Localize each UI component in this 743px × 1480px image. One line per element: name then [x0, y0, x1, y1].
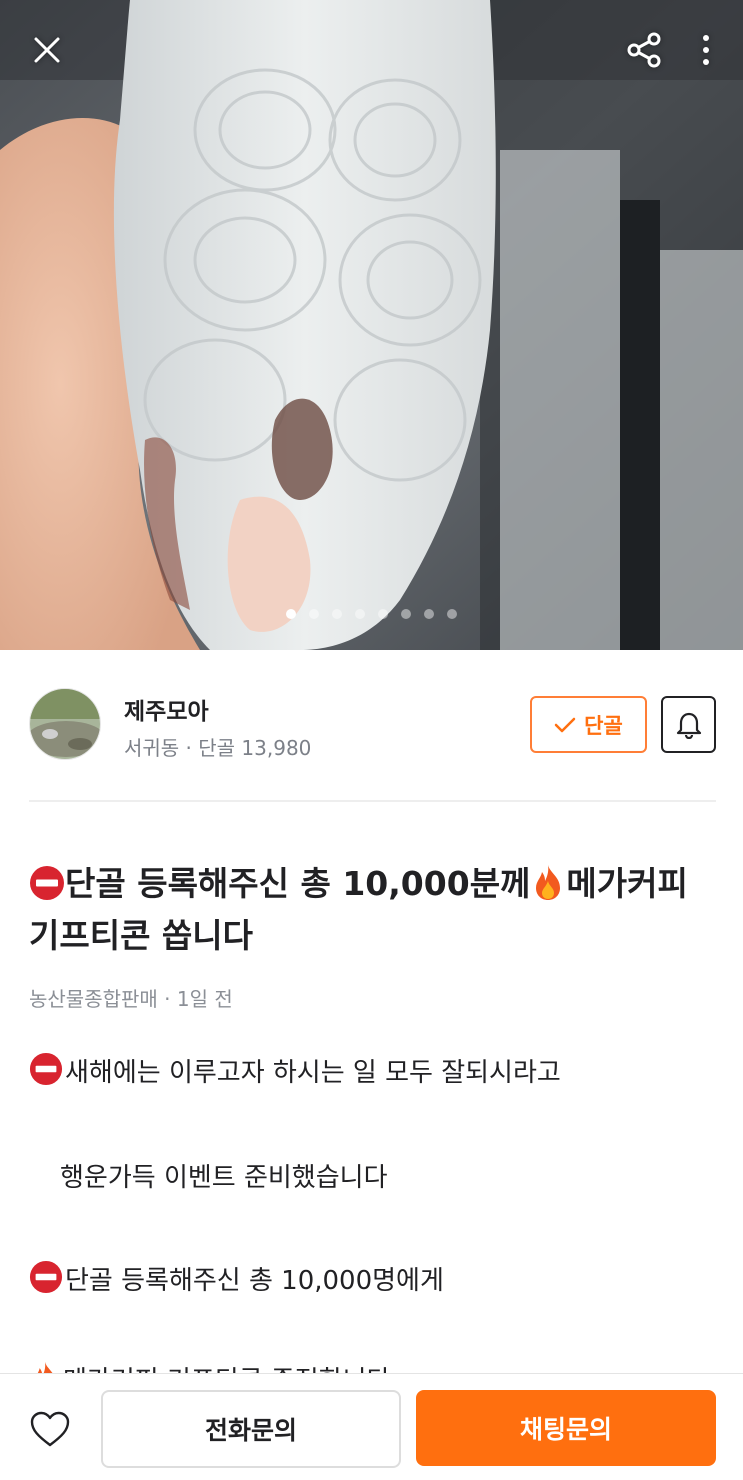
close-icon	[34, 37, 60, 63]
fire-icon	[536, 865, 561, 900]
like-button[interactable]	[28, 1409, 74, 1451]
share-button[interactable]	[616, 22, 672, 78]
gallery-dot	[286, 609, 296, 619]
gallery-dot	[332, 609, 342, 619]
seller-profile[interactable]: 제주모아 서귀동 · 단골 13,980 단골	[0, 650, 743, 802]
gallery-dot	[355, 609, 365, 619]
gallery-dot	[447, 609, 457, 619]
post-body-text: 새해에는 이루고자 하시는 일 모두 잘되시라고	[65, 1058, 561, 1088]
no-entry-icon	[29, 1260, 63, 1294]
post-title: 단골 등록해주신 총 10,000분께 메가커피 기프티콘 쏩니다	[29, 858, 719, 962]
post-category-time: 농산물종합판매 · 1일 전	[29, 987, 233, 1011]
section-divider	[29, 800, 716, 802]
post-body-text: 단골 등록해주신 총 10,000명에게	[65, 1266, 444, 1296]
post-body-line: 행운가득 이벤트 준비했습니다	[60, 1157, 388, 1194]
seller-location-followers: 서귀동 · 단골 13,980	[124, 736, 312, 760]
call-inquiry-button[interactable]: 전화문의	[101, 1390, 401, 1468]
bottom-action-bar: 전화문의 채팅문의	[0, 1373, 743, 1480]
post-body-line: 새해에는 이루고자 하시는 일 모두 잘되시라고	[29, 1052, 561, 1089]
follow-regular-button[interactable]: 단골	[530, 696, 647, 753]
no-entry-icon	[30, 866, 64, 900]
more-options-button[interactable]	[678, 22, 734, 78]
check-icon	[554, 717, 576, 732]
chat-inquiry-button[interactable]: 채팅문의	[416, 1390, 716, 1466]
heart-icon	[30, 1411, 70, 1447]
product-image-gallery[interactable]	[0, 0, 743, 650]
seller-name[interactable]: 제주모아	[124, 692, 209, 726]
gallery-page-indicator	[0, 609, 743, 623]
product-photo	[0, 0, 743, 650]
post-body-text: 행운가득 이벤트 준비했습니다	[60, 1163, 388, 1193]
post-title-part1: 단골 등록해주신 총 10,000분께	[65, 864, 531, 903]
more-vertical-icon	[703, 35, 709, 65]
avatar[interactable]	[29, 688, 101, 760]
no-entry-icon	[29, 1052, 63, 1086]
gallery-dot	[309, 609, 319, 619]
share-icon	[627, 32, 661, 68]
gallery-dot	[378, 609, 388, 619]
gallery-dot	[401, 609, 411, 619]
follow-label: 단골	[584, 713, 623, 738]
close-button[interactable]	[19, 22, 75, 78]
notification-button[interactable]	[661, 696, 716, 753]
gallery-dot	[424, 609, 434, 619]
post-body-line: 단골 등록해주신 총 10,000명에게	[29, 1260, 444, 1297]
bell-icon	[676, 712, 701, 739]
